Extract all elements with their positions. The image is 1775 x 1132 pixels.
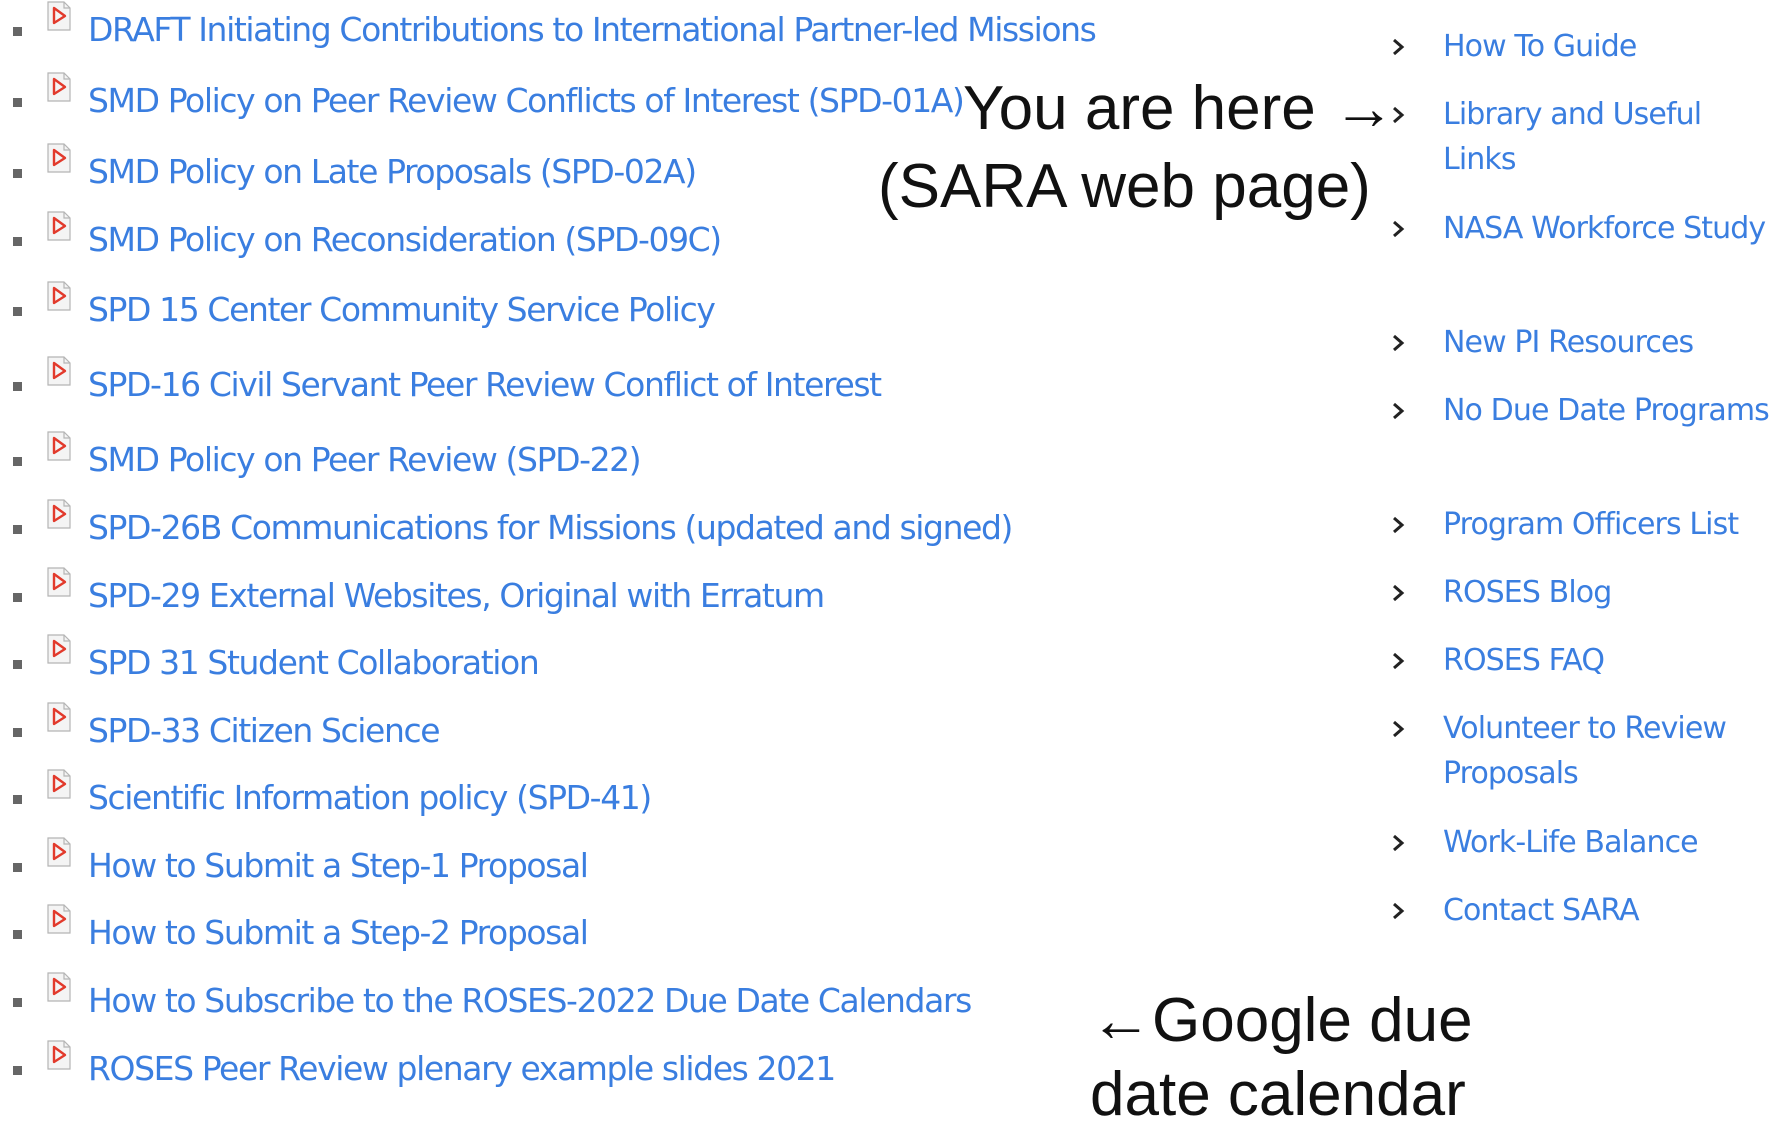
sidebar-link[interactable]: Work-Life Balance [1443, 820, 1773, 865]
square-bullet [13, 169, 22, 178]
square-bullet [13, 525, 22, 534]
document-item: SPD-16 Civil Servant Peer Review Conflic… [0, 356, 1260, 410]
square-bullet [13, 998, 22, 1007]
pdf-icon[interactable] [46, 211, 72, 241]
sidebar-link[interactable]: Library and Useful Links [1443, 92, 1773, 182]
sidebar-link[interactable]: New PI Resources [1443, 320, 1773, 365]
sidebar-link[interactable]: Volunteer to Review Proposals [1443, 706, 1773, 796]
you-are-here-annotation: You are here → [963, 74, 1396, 143]
square-bullet [13, 382, 22, 391]
pdf-icon[interactable] [46, 356, 72, 386]
pdf-icon[interactable] [46, 1, 72, 31]
pdf-icon[interactable] [46, 1040, 72, 1070]
document-item: SPD-33 Citizen Science [0, 702, 1260, 756]
square-bullet [13, 457, 22, 466]
sidebar-link[interactable]: Program Officers List [1443, 502, 1773, 547]
chevron-right-icon [1393, 652, 1405, 670]
document-link[interactable]: How to Submit a Step-2 Proposal [88, 908, 589, 958]
chevron-right-icon [1393, 220, 1405, 238]
pdf-icon[interactable] [46, 499, 72, 529]
document-item: SPD 15 Center Community Service Policy [0, 281, 1260, 335]
square-bullet [13, 307, 22, 316]
square-bullet [13, 98, 22, 107]
square-bullet [13, 237, 22, 246]
chevron-right-icon [1393, 584, 1405, 602]
document-link[interactable]: SMD Policy on Reconsideration (SPD-09C) [88, 215, 722, 265]
pdf-icon[interactable] [46, 281, 72, 311]
document-item: SPD-26B Communications for Missions (upd… [0, 499, 1260, 553]
document-item: How to Submit a Step-2 Proposal [0, 904, 1260, 958]
document-link[interactable]: ROSES Peer Review plenary example slides… [88, 1044, 836, 1094]
pdf-icon[interactable] [46, 904, 72, 934]
chevron-right-icon [1393, 902, 1405, 920]
pdf-icon[interactable] [46, 567, 72, 597]
pdf-icon[interactable] [46, 702, 72, 732]
document-item: SPD 31 Student Collaboration [0, 634, 1260, 688]
chevron-right-icon [1393, 516, 1405, 534]
document-link[interactable]: SPD-26B Communications for Missions (upd… [88, 503, 1013, 553]
pdf-icon[interactable] [46, 634, 72, 664]
document-link[interactable]: How to Subscribe to the ROSES-2022 Due D… [88, 976, 972, 1026]
chevron-right-icon [1393, 834, 1405, 852]
document-link[interactable]: SPD 31 Student Collaboration [88, 638, 540, 688]
pdf-icon[interactable] [46, 972, 72, 1002]
sidebar-link[interactable]: Contact SARA [1443, 888, 1773, 933]
document-item: ROSES Peer Review plenary example slides… [0, 1040, 1260, 1094]
square-bullet [13, 863, 22, 872]
document-item: SPD-29 External Websites, Original with … [0, 567, 1260, 621]
document-item: How to Subscribe to the ROSES-2022 Due D… [0, 972, 1260, 1026]
chevron-right-icon [1393, 402, 1405, 420]
pdf-icon[interactable] [46, 837, 72, 867]
document-link[interactable]: SMD Policy on Late Proposals (SPD-02A) [88, 147, 697, 197]
document-item: DRAFT Initiating Contributions to Intern… [0, 1, 1260, 55]
document-link[interactable]: SMD Policy on Peer Review Conflicts of I… [88, 76, 965, 126]
document-link[interactable]: How to Submit a Step-1 Proposal [88, 841, 589, 891]
document-link[interactable]: DRAFT Initiating Contributions to Intern… [88, 5, 1097, 55]
sidebar-link[interactable]: ROSES Blog [1443, 570, 1773, 615]
square-bullet [13, 27, 22, 36]
google-calendar-annotation-line2: date calendar [1090, 1060, 1466, 1129]
square-bullet [13, 660, 22, 669]
square-bullet [13, 593, 22, 602]
square-bullet [13, 930, 22, 939]
document-link[interactable]: SPD 15 Center Community Service Policy [88, 285, 716, 335]
sara-web-page-annotation: (SARA web page) [878, 152, 1371, 221]
chevron-right-icon [1393, 334, 1405, 352]
pdf-icon[interactable] [46, 769, 72, 799]
chevron-right-icon [1393, 38, 1405, 56]
sidebar-link[interactable]: ROSES FAQ [1443, 638, 1773, 683]
document-link[interactable]: SPD-29 External Websites, Original with … [88, 571, 825, 621]
document-item: SMD Policy on Peer Review (SPD-22) [0, 431, 1260, 485]
document-link[interactable]: Scientific Information policy (SPD-41) [88, 773, 652, 823]
square-bullet [13, 728, 22, 737]
document-item: Scientific Information policy (SPD-41) [0, 769, 1260, 823]
square-bullet [13, 1066, 22, 1075]
pdf-icon[interactable] [46, 72, 72, 102]
document-link[interactable]: SPD-33 Citizen Science [88, 706, 441, 756]
google-calendar-annotation: ←Google due [1090, 986, 1473, 1055]
pdf-icon[interactable] [46, 431, 72, 461]
pdf-icon[interactable] [46, 143, 72, 173]
square-bullet [13, 795, 22, 804]
sidebar-link[interactable]: NASA Workforce Study [1443, 206, 1773, 251]
sidebar-link[interactable]: No Due Date Programs [1443, 388, 1773, 433]
sidebar-link[interactable]: How To Guide [1443, 24, 1773, 69]
document-link[interactable]: SMD Policy on Peer Review (SPD-22) [88, 435, 642, 485]
chevron-right-icon [1393, 720, 1405, 738]
document-item: How to Submit a Step-1 Proposal [0, 837, 1260, 891]
document-link[interactable]: SPD-16 Civil Servant Peer Review Conflic… [88, 360, 882, 410]
